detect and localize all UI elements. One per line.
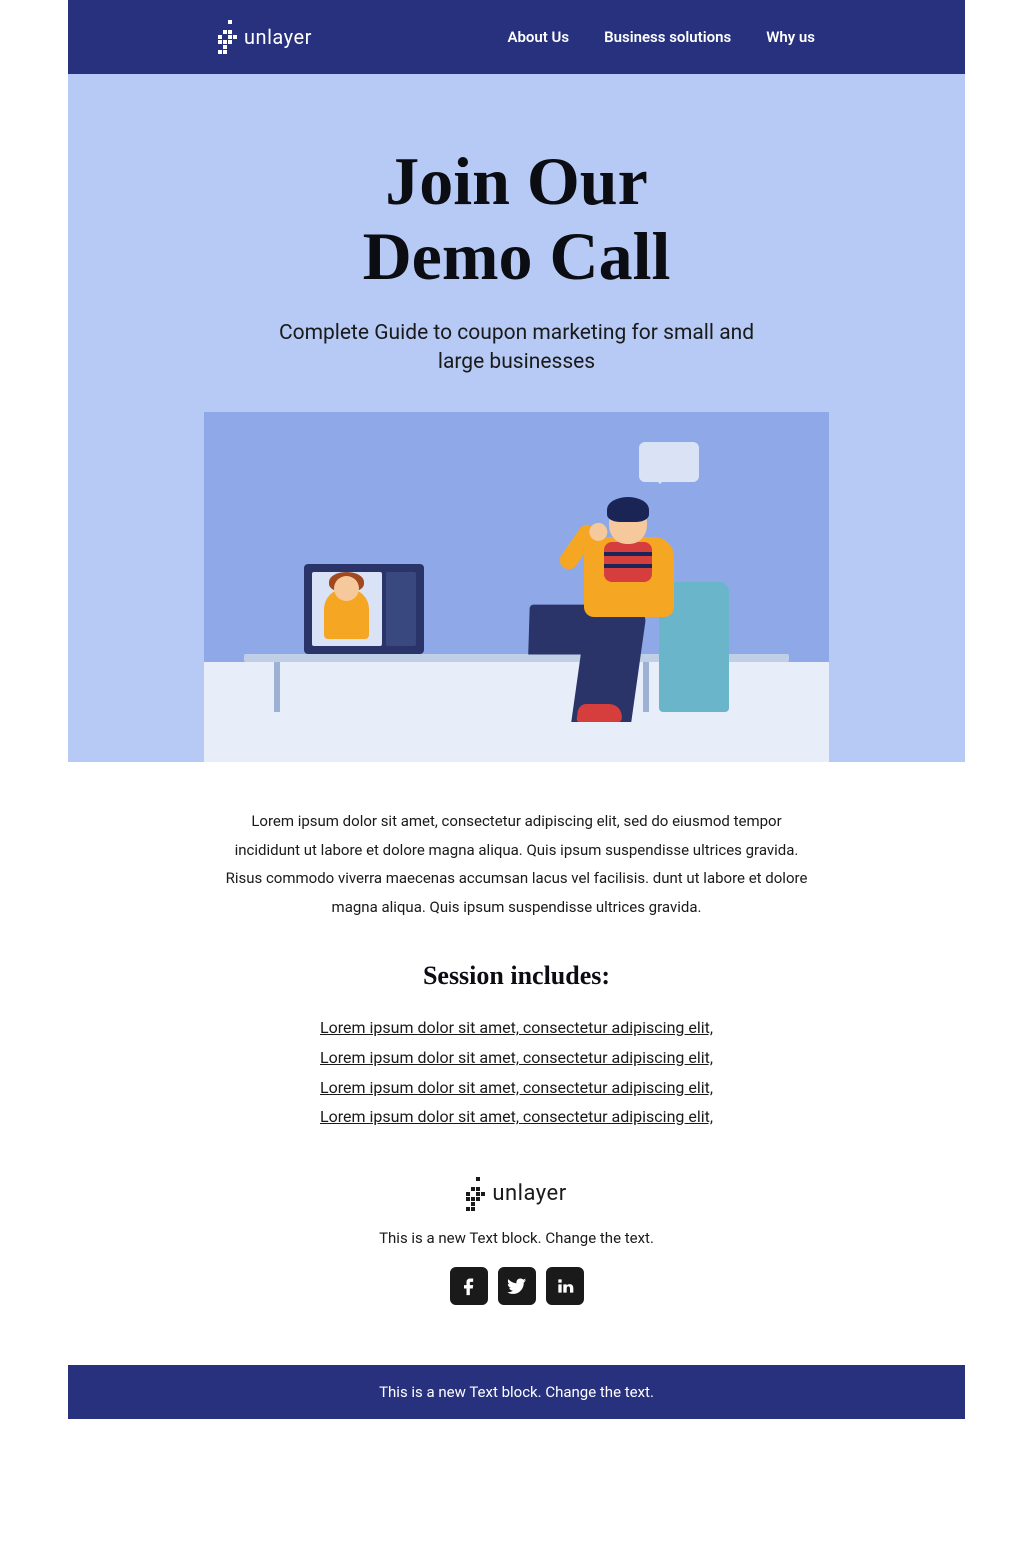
hero-illustration	[204, 412, 829, 762]
header: unlayer About Us Business solutions Why …	[68, 0, 965, 74]
logo-icon	[466, 1177, 486, 1211]
brand-name: unlayer	[244, 25, 312, 49]
nav-business-solutions[interactable]: Business solutions	[604, 28, 731, 46]
nav-about-us[interactable]: About Us	[507, 28, 569, 46]
session-item[interactable]: Lorem ipsum dolor sit amet, consectetur …	[218, 1043, 815, 1073]
session-item[interactable]: Lorem ipsum dolor sit amet, consectetur …	[218, 1102, 815, 1132]
hero-subtitle: Complete Guide to coupon marketing for s…	[257, 319, 777, 378]
footer-brand-name: unlayer	[492, 1181, 566, 1206]
nav: About Us Business solutions Why us	[507, 28, 815, 46]
session-item[interactable]: Lorem ipsum dolor sit amet, consectetur …	[218, 1073, 815, 1103]
nav-why-us[interactable]: Why us	[766, 28, 815, 46]
brand-logo[interactable]: unlayer	[218, 20, 312, 54]
hero-title-line1: Join Our	[385, 143, 648, 219]
logo-icon	[218, 20, 238, 54]
linkedin-icon[interactable]	[546, 1267, 584, 1305]
content-section: Lorem ipsum dolor sit amet, consectetur …	[68, 762, 965, 1364]
twitter-icon[interactable]	[498, 1267, 536, 1305]
session-list: Lorem ipsum dolor sit amet, consectetur …	[218, 1013, 815, 1131]
body-paragraph: Lorem ipsum dolor sit amet, consectetur …	[218, 807, 815, 921]
bottom-bar: This is a new Text block. Change the tex…	[68, 1365, 965, 1419]
hero-section: Join Our Demo Call Complete Guide to cou…	[68, 74, 965, 762]
bottom-bar-text: This is a new Text block. Change the tex…	[379, 1383, 654, 1401]
facebook-icon[interactable]	[450, 1267, 488, 1305]
hero-title: Join Our Demo Call	[108, 144, 925, 294]
social-links	[218, 1267, 815, 1305]
hero-title-line2: Demo Call	[363, 218, 671, 294]
session-item[interactable]: Lorem ipsum dolor sit amet, consectetur …	[218, 1013, 815, 1043]
session-heading: Session includes:	[218, 961, 815, 991]
footer-logo[interactable]: unlayer	[218, 1177, 815, 1211]
footer-text: This is a new Text block. Change the tex…	[218, 1229, 815, 1247]
